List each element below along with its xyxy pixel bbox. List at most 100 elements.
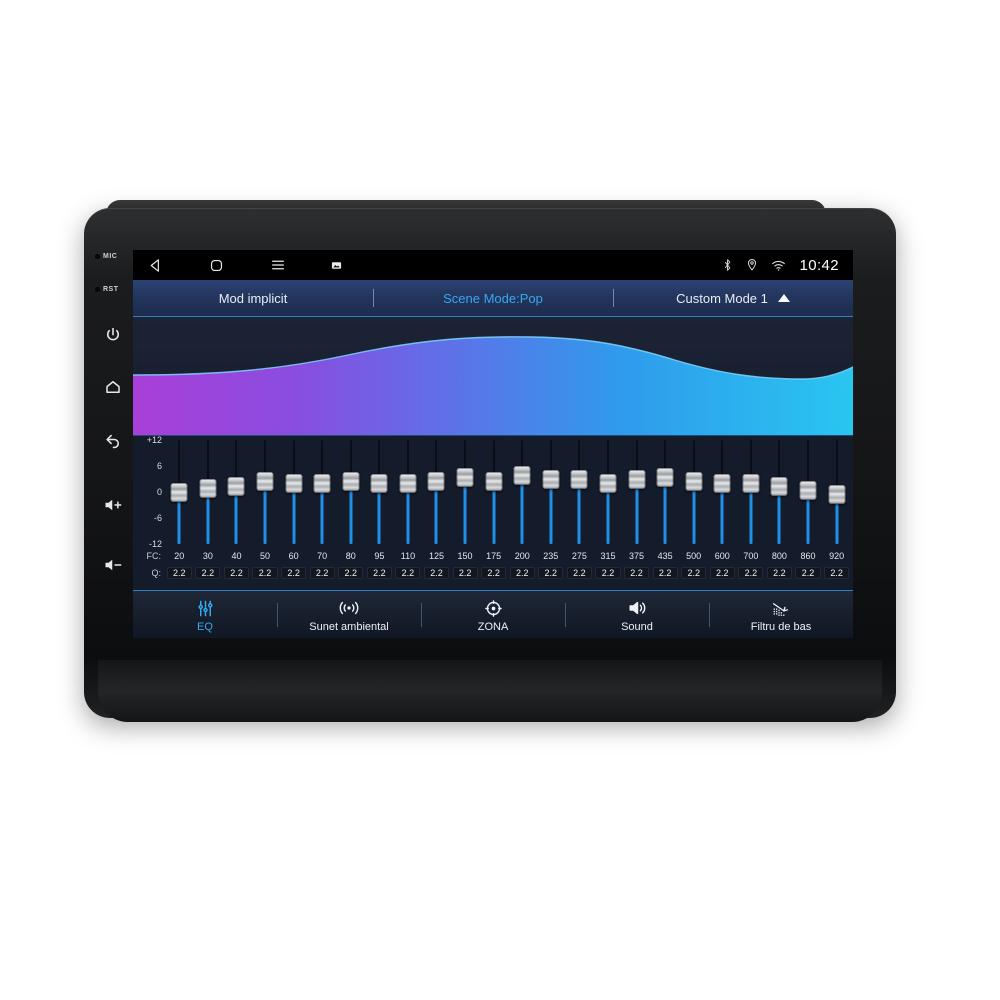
- q-cell[interactable]: 2.2: [508, 567, 537, 579]
- q-cell[interactable]: 2.2: [365, 567, 394, 579]
- q-cell[interactable]: 2.2: [822, 567, 851, 579]
- q-value[interactable]: 2.2: [538, 567, 564, 579]
- mode-default[interactable]: Mod implicit: [133, 291, 373, 306]
- q-cell[interactable]: 2.2: [737, 567, 766, 579]
- slider-knob[interactable]: [742, 474, 760, 494]
- q-cell[interactable]: 2.2: [336, 567, 365, 579]
- q-cell[interactable]: 2.2: [279, 567, 308, 579]
- q-value[interactable]: 2.2: [166, 567, 192, 579]
- q-value[interactable]: 2.2: [566, 567, 592, 579]
- tab-sunet-ambiental[interactable]: Sunet ambiental: [277, 591, 421, 638]
- q-value[interactable]: 2.2: [652, 567, 678, 579]
- q-cell[interactable]: 2.2: [594, 567, 623, 579]
- eq-band-slider[interactable]: [479, 440, 508, 544]
- q-value[interactable]: 2.2: [709, 567, 735, 579]
- q-cell[interactable]: 2.2: [794, 567, 823, 579]
- eq-band-slider[interactable]: [336, 440, 365, 544]
- eq-band-slider[interactable]: [251, 440, 280, 544]
- mode-scene[interactable]: Scene Mode:Pop: [373, 291, 613, 306]
- eq-band-slider[interactable]: [565, 440, 594, 544]
- slider-knob[interactable]: [628, 470, 646, 489]
- slider-knob[interactable]: [285, 474, 303, 494]
- slider-knob[interactable]: [599, 474, 617, 494]
- slider-knob[interactable]: [570, 470, 588, 489]
- q-cell[interactable]: 2.2: [765, 567, 794, 579]
- q-cell[interactable]: 2.2: [479, 567, 508, 579]
- q-value[interactable]: 2.2: [366, 567, 392, 579]
- home-square-icon[interactable]: [208, 257, 225, 274]
- slider-knob[interactable]: [713, 474, 731, 494]
- eq-band-slider[interactable]: [622, 440, 651, 544]
- q-value[interactable]: 2.2: [509, 567, 535, 579]
- q-value[interactable]: 2.2: [452, 567, 478, 579]
- touchscreen[interactable]: 10:42 Mod implicit Scene Mode:Pop Custom…: [133, 250, 853, 638]
- q-value[interactable]: 2.2: [423, 567, 450, 579]
- eq-band-slider[interactable]: [737, 440, 766, 544]
- q-value[interactable]: 2.2: [795, 567, 821, 579]
- q-value[interactable]: 2.2: [338, 567, 364, 579]
- slider-knob[interactable]: [370, 474, 388, 494]
- slider-knob[interactable]: [799, 480, 817, 500]
- eq-band-slider[interactable]: [422, 440, 451, 544]
- eq-band-slider[interactable]: [708, 440, 737, 544]
- eq-band-slider[interactable]: [765, 440, 794, 544]
- q-value[interactable]: 2.2: [595, 567, 621, 579]
- q-cell[interactable]: 2.2: [451, 567, 480, 579]
- q-cell[interactable]: 2.2: [222, 567, 251, 579]
- mode-custom[interactable]: Custom Mode 1: [613, 291, 853, 306]
- eq-q-row[interactable]: Q: 2.2 2.2 2.2 2.2 2.2 2.2 2.2 2.2 2.2 2.2 2.2 2.2 2…: [133, 564, 851, 582]
- back-triangle-icon[interactable]: [147, 257, 164, 274]
- slider-knob[interactable]: [656, 467, 674, 487]
- eq-band-slider[interactable]: [794, 440, 823, 544]
- eq-band-slider[interactable]: [451, 440, 480, 544]
- q-cell[interactable]: 2.2: [165, 567, 194, 579]
- tab-sound[interactable]: Sound: [565, 591, 709, 638]
- q-cell[interactable]: 2.2: [251, 567, 280, 579]
- slider-knob[interactable]: [685, 472, 703, 492]
- q-cell[interactable]: 2.2: [422, 567, 451, 579]
- eq-band-slider[interactable]: [822, 440, 851, 544]
- q-cell[interactable]: 2.2: [651, 567, 680, 579]
- volume-up-icon[interactable]: [100, 492, 126, 518]
- slider-knob[interactable]: [427, 472, 445, 492]
- eq-band-slider[interactable]: [679, 440, 708, 544]
- q-value[interactable]: 2.2: [623, 567, 650, 579]
- eq-band-slider[interactable]: [194, 440, 223, 544]
- q-value[interactable]: 2.2: [223, 567, 250, 579]
- slider-knob[interactable]: [170, 483, 188, 502]
- slider-knob[interactable]: [199, 478, 217, 498]
- eq-slider-row[interactable]: [165, 440, 851, 544]
- equalizer-panel[interactable]: +12 6 0 -6 -12 FC: 20 30 40 50 60 70 80 95 110 125 150…: [133, 435, 853, 591]
- q-value[interactable]: 2.2: [395, 567, 421, 579]
- q-value[interactable]: 2.2: [309, 567, 335, 579]
- slider-knob[interactable]: [485, 472, 503, 492]
- reset-hole[interactable]: [95, 287, 100, 292]
- q-cell[interactable]: 2.2: [394, 567, 423, 579]
- slider-knob[interactable]: [770, 476, 788, 496]
- q-value[interactable]: 2.2: [481, 567, 507, 579]
- slider-knob[interactable]: [542, 470, 560, 489]
- q-value[interactable]: 2.2: [681, 567, 707, 579]
- home-icon[interactable]: [100, 374, 126, 400]
- q-cell[interactable]: 2.2: [679, 567, 708, 579]
- slider-knob[interactable]: [342, 472, 360, 492]
- eq-band-slider[interactable]: [537, 440, 566, 544]
- reset-pin[interactable]: RST: [95, 283, 131, 296]
- tab-filtru-de-bas[interactable]: Filtru de bas: [709, 591, 853, 638]
- eq-band-slider[interactable]: [279, 440, 308, 544]
- q-cell[interactable]: 2.2: [565, 567, 594, 579]
- q-value[interactable]: 2.2: [252, 567, 278, 579]
- q-value[interactable]: 2.2: [195, 567, 221, 579]
- q-value[interactable]: 2.2: [738, 567, 764, 579]
- volume-down-icon[interactable]: [100, 552, 126, 578]
- q-cell[interactable]: 2.2: [622, 567, 651, 579]
- q-value[interactable]: 2.2: [766, 567, 792, 579]
- bottom-tab-bar[interactable]: EQ Sunet ambiental ZONA Sound Filtru de bas: [133, 591, 853, 638]
- hamburger-menu-icon[interactable]: [269, 256, 287, 274]
- eq-band-slider[interactable]: [508, 440, 537, 544]
- slider-knob[interactable]: [399, 474, 417, 494]
- power-icon[interactable]: [100, 322, 126, 348]
- screenshot-icon[interactable]: [331, 260, 342, 271]
- eq-band-slider[interactable]: [394, 440, 423, 544]
- eq-band-slider[interactable]: [365, 440, 394, 544]
